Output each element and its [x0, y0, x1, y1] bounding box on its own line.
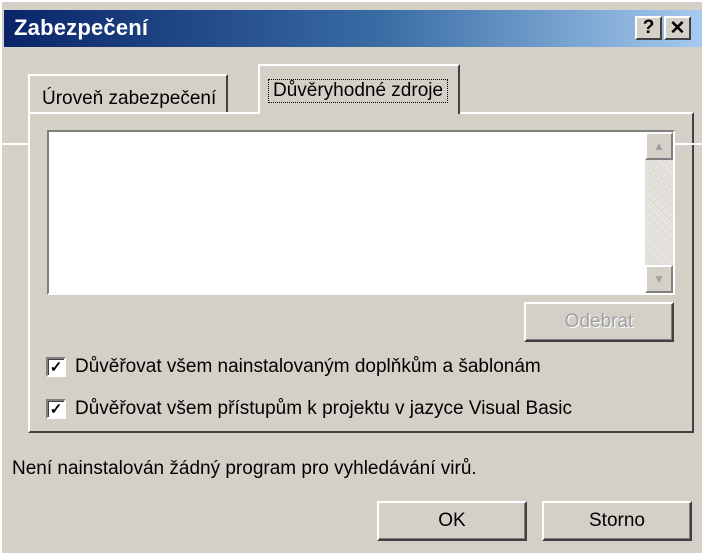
triangle-up-icon: ▲ [653, 139, 665, 153]
tab-label: Důvěryhodné zdroje [268, 79, 449, 103]
help-button[interactable]: ? [635, 16, 662, 40]
scroll-down-button[interactable]: ▼ [645, 265, 673, 293]
trust-vba-checkbox[interactable]: ✓ Důvěřovat všem přístupům k projektu v … [46, 398, 572, 420]
close-icon: ✕ [669, 17, 686, 39]
tab-label: Úroveň zabezpečení [42, 88, 217, 109]
vertical-scrollbar[interactable]: ▲ ▼ [645, 132, 673, 293]
checkbox-label: Důvěřovat všem nainstalovaným doplňkům a… [75, 356, 541, 377]
tab-trusted-sources[interactable]: Důvěryhodné zdroje [258, 64, 461, 114]
cancel-button-label: Storno [589, 510, 645, 531]
help-icon: ? [642, 17, 655, 38]
tab-security-level[interactable]: Úroveň zabezpečení [28, 74, 229, 112]
triangle-down-icon: ▼ [653, 272, 665, 286]
remove-button[interactable]: Odebrat [524, 302, 674, 342]
close-button[interactable]: ✕ [664, 16, 691, 40]
ok-button[interactable]: OK [377, 501, 527, 541]
window-title: Zabezpečení [14, 15, 149, 40]
antivirus-status-text: Není nainstalován žádný program pro vyhl… [12, 458, 477, 479]
scroll-up-button[interactable]: ▲ [645, 132, 673, 160]
cancel-button[interactable]: Storno [542, 501, 692, 541]
trusted-sources-list[interactable]: ▲ ▼ [47, 130, 675, 295]
edge-line-left [0, 143, 30, 145]
security-dialog: Zabezpečení ? ✕ Úroveň zabezpečení Důvěr… [0, 0, 702, 553]
check-mark-icon: ✓ [46, 357, 66, 377]
checkbox-label: Důvěřovat všem přístupům k projektu v ja… [75, 398, 573, 419]
trust-addins-checkbox[interactable]: ✓ Důvěřovat všem nainstalovaným doplňkům… [46, 356, 541, 378]
title-bar[interactable]: Zabezpečení ? ✕ [4, 10, 702, 47]
check-mark-icon: ✓ [46, 399, 66, 419]
remove-button-label: Odebrat [564, 311, 634, 332]
edge-line-right [674, 143, 702, 145]
ok-button-label: OK [438, 510, 466, 531]
trusted-sources-panel: ▲ ▼ Odebrat ✓ Důvěřovat všem nainstalova… [28, 112, 694, 433]
